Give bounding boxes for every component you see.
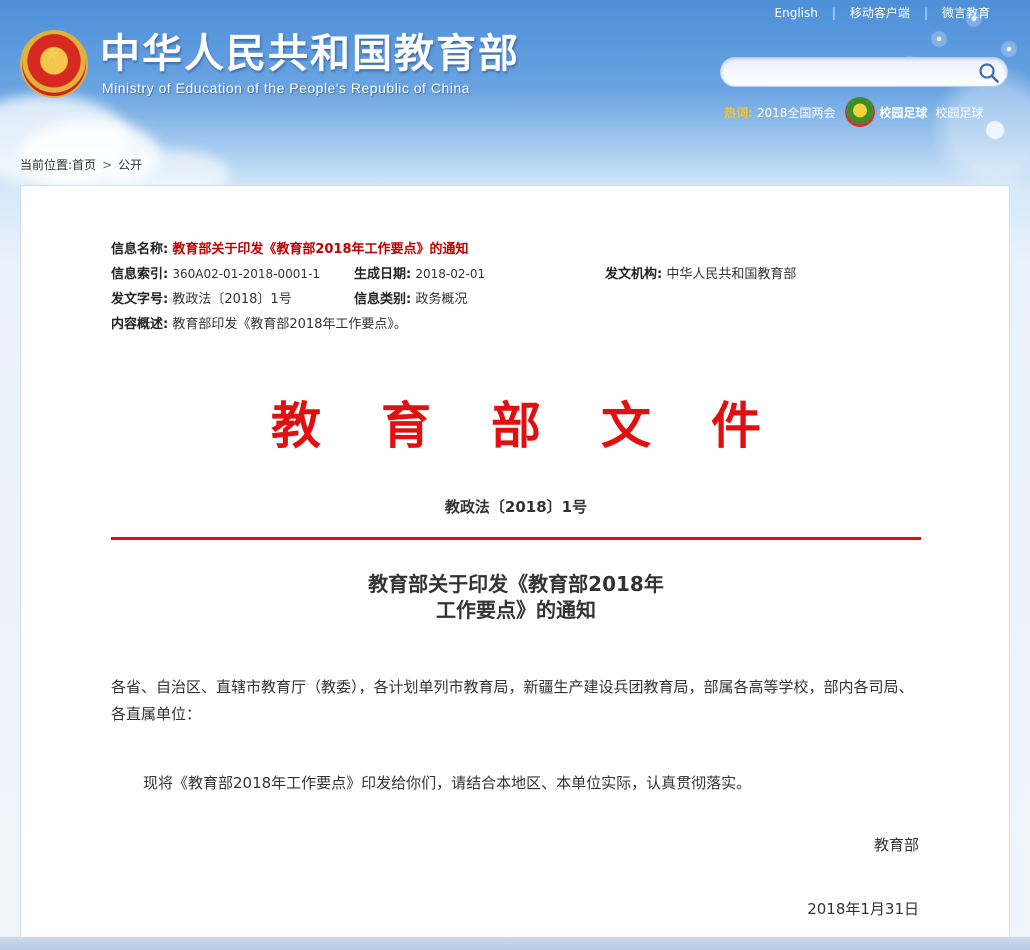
category-label: 信息类别: (354, 292, 412, 307)
bottom-bar (0, 937, 1030, 950)
info-name-label: 信息名称: (111, 242, 169, 257)
hot-words: 热词: 2018全国两会 校园足球 校园足球 (724, 97, 983, 127)
breadcrumb-home[interactable]: 首页 (72, 156, 96, 173)
info-name-value: 教育部关于印发《教育部2018年工作要点》的通知 (172, 242, 469, 257)
search-input[interactable] (735, 64, 975, 82)
top-links: English | 移动客户端 | 微言教育 (774, 4, 990, 21)
hot-word-link[interactable]: 2018全国两会 (757, 104, 836, 121)
date-label: 生成日期: (354, 267, 412, 282)
info-index-label: 信息索引: (111, 267, 169, 282)
summary-value: 教育部印发《教育部2018年工作要点》。 (172, 317, 407, 332)
document-title-line: 教育部关于印发《教育部2018年 (368, 572, 664, 596)
document-header: 教育部文件 (271, 396, 821, 455)
breadcrumb-prefix: 当前位置: (20, 158, 73, 172)
content-panel: 信息名称: 教育部关于印发《教育部2018年工作要点》的通知 信息索引: 360… (20, 185, 1010, 950)
body-paragraph: 现将《教育部2018年工作要点》印发给你们，请结合本地区、本单位实际，认真贯彻落… (143, 774, 752, 792)
breadcrumb: 当前位置: 首页 > 公开 (20, 156, 142, 173)
search-box (720, 57, 1008, 87)
document-date: 2018年1月31日 (807, 900, 919, 918)
search-icon[interactable] (977, 61, 1001, 85)
doc-number-value: 教政法〔2018〕1号 (172, 292, 292, 307)
campus-football-link[interactable]: 校园足球 (935, 104, 983, 121)
site-title[interactable]: 中华人民共和国教育部 (100, 28, 520, 80)
document-number: 教政法〔2018〕1号 (444, 498, 588, 516)
document-title: 教育部关于印发《教育部2018年 工作要点》的通知 (21, 571, 1011, 623)
org-label: 发文机构: (605, 267, 663, 282)
mobile-client-link[interactable]: 移动客户端 (850, 4, 910, 21)
breadcrumb-public[interactable]: 公开 (118, 156, 142, 173)
info-index-value: 360A02-01-2018-0001-1 (172, 267, 321, 281)
national-emblem-icon[interactable]: ★ (22, 32, 86, 96)
org-value: 中华人民共和国教育部 (666, 267, 797, 282)
signature: 教育部 (873, 836, 919, 854)
date-value: 2018-02-01 (415, 267, 486, 281)
chevron-right-icon: > (102, 157, 113, 172)
summary-label: 内容概述: (111, 317, 169, 332)
document-title-line: 工作要点》的通知 (436, 598, 596, 622)
doc-number-label: 发文字号: (111, 292, 169, 307)
category-value: 政务概况 (415, 292, 468, 307)
campus-football-title[interactable]: 校园足球 (879, 104, 927, 121)
salutation: 各省、自治区、直辖市教育厅（教委），各计划单列市教育局，新疆生产建设兵团教育局，… (111, 678, 914, 723)
red-divider (111, 537, 921, 540)
english-link[interactable]: English (775, 6, 818, 20)
site-subtitle: Ministry of Education of the People's Re… (102, 80, 470, 96)
hot-words-label: 热词: (724, 105, 753, 120)
campus-football-icon[interactable] (845, 97, 876, 127)
weiyan-education-link[interactable]: 微言教育 (942, 4, 990, 21)
